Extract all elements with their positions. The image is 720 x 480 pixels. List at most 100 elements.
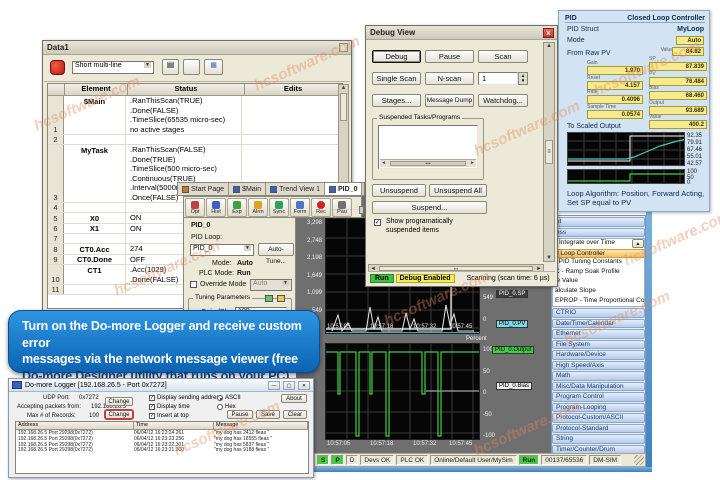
element-cell[interactable]: $Main — [64, 96, 126, 134]
edits-cell[interactable] — [242, 135, 342, 144]
element-cell[interactable] — [64, 203, 126, 212]
scrollbar-thumb[interactable] — [340, 93, 347, 121]
data1-titlebar[interactable]: Data1 — [43, 41, 351, 55]
pid-parameter-value[interactable]: 87.839 — [649, 62, 707, 71]
palette-category-bar[interactable]: ut — [552, 217, 645, 227]
logger-column-time[interactable]: Time — [134, 422, 214, 429]
pid-parameter-value[interactable]: 400.2 — [649, 120, 707, 129]
resize-grip[interactable] — [634, 455, 644, 465]
scroll-up-icon[interactable]: ▲ — [544, 43, 554, 49]
status-cell[interactable]: .RanThisScan(TRUE) .Done(FALSE) .TimeSlice… — [126, 96, 242, 134]
new-sheet-button[interactable]: ▤ — [162, 59, 179, 75]
clear-log-button[interactable]: Clear — [283, 410, 307, 419]
palette-category-ctrio[interactable]: CTRIO — [552, 308, 645, 318]
logger-checkbox-display-sending-address[interactable]: ✓ Display sending address — [149, 395, 222, 401]
save-log-button[interactable]: Save — [256, 410, 280, 419]
pid-top-value[interactable]: 84.82 — [672, 47, 704, 56]
unsuspend-all-button[interactable]: Unsuspend All — [429, 184, 487, 197]
pid-parameter-value[interactable]: 68.460 — [649, 91, 707, 100]
tab-pid-0[interactable]: PID_0 — [325, 183, 363, 195]
element-cell[interactable] — [64, 285, 126, 294]
n-scan-count-input[interactable]: 1 — [478, 72, 518, 85]
change-port-button[interactable]: Change — [105, 397, 133, 406]
scan-button[interactable]: Scan — [478, 50, 528, 63]
tab-start-page[interactable]: Start Page — [178, 183, 230, 195]
change-records-button[interactable]: Change — [105, 410, 133, 419]
loop-dropdown[interactable]: PID_0 ▼ — [190, 244, 254, 256]
tuning-load-icon[interactable] — [277, 295, 285, 302]
palette-category-file-system[interactable]: File System — [552, 339, 645, 350]
palette-scroll-up-button[interactable]: ▲ — [632, 239, 644, 248]
palette-instruction-item[interactable]: - Integrate over Time — [553, 239, 644, 249]
pen-badge-pv[interactable]: PID_0.PV — [496, 320, 529, 328]
pen-badge-output[interactable]: PID_0.Output — [492, 346, 535, 354]
logger-checkbox-insert-at-top[interactable]: ✓ Insert at top — [149, 413, 189, 419]
trend-speed-slider[interactable]: ·········─ — [332, 206, 369, 214]
element-cell[interactable] — [64, 234, 126, 243]
element-cell[interactable] — [64, 135, 126, 144]
element-cell[interactable]: CT0.Acc — [64, 244, 126, 254]
column-header-element[interactable]: Element — [65, 84, 128, 95]
message-dump-button[interactable]: Message Dump — [425, 94, 474, 107]
show-suspended-checkbox[interactable]: ✓ — [374, 219, 381, 226]
element-cell[interactable]: CT1 — [64, 265, 126, 284]
slider-handle-icon[interactable] — [358, 206, 364, 214]
hist-button[interactable]: Hist — [206, 198, 226, 217]
pid-parameter-value[interactable]: 0.4096 — [587, 95, 643, 104]
palette-instruction-item[interactable]: alculate Slope — [553, 287, 644, 297]
palette-category-string[interactable]: String — [552, 434, 645, 444]
watchdog-button[interactable]: Watchdog... — [478, 94, 528, 107]
pid-parameter-value[interactable]: 1.970 — [587, 66, 643, 75]
palette-instruction-item[interactable]: EPROP - Time Proportional Control — [553, 297, 644, 307]
scroll-down-icon[interactable]: ▼ — [544, 255, 554, 261]
form-button[interactable]: Form — [290, 198, 310, 217]
radio-ascii[interactable]: ASCII — [217, 395, 241, 401]
override-mode-checkbox[interactable] — [190, 281, 197, 288]
tuning-save-icon[interactable] — [265, 295, 273, 302]
palette-category-date-time-calendar[interactable]: Date/Time/Calendar — [552, 318, 645, 329]
element-cell[interactable]: CT0.Done — [64, 254, 126, 264]
scroll-left-icon[interactable]: ◄ — [381, 160, 386, 167]
scroll-right-icon[interactable]: ► — [470, 160, 475, 167]
format-grid-button[interactable]: ▦ — [204, 59, 223, 75]
palette-category-protocol-standard[interactable]: Protocol-Standard — [552, 423, 645, 434]
logger-column-message[interactable]: Message — [214, 422, 308, 429]
palette-category-misc-data-manipulation[interactable]: Misc/Data Manipulation — [552, 381, 645, 392]
tab--main[interactable]: $Main — [229, 183, 267, 195]
n-scan-button[interactable]: N-scan — [425, 72, 474, 85]
listbox-horizontal-scrollbar[interactable]: ◄ ▪▪▪ ► — [380, 159, 476, 167]
palette-category-high-speed-axis[interactable]: High Speed/Axis — [552, 360, 645, 371]
logger-row[interactable]: 192.168.26.5 Port 29298(0x7272) 06/04/12 … — [16, 447, 308, 453]
auto-tune-button[interactable]: Auto-Tune... — [258, 243, 294, 265]
status-cell[interactable] — [126, 135, 242, 144]
scrollbar-thumb[interactable]: ≡ — [545, 140, 553, 164]
status-mode-icon[interactable] — [50, 60, 65, 75]
pen-badge-bias[interactable]: PID_0.Bias — [496, 382, 533, 390]
palette-category-hardware-device[interactable]: Hardware/Device — [552, 350, 645, 360]
unsuspend-button[interactable]: Unsuspend — [372, 184, 426, 197]
logger-checkbox-display-time[interactable]: ✓ Display time — [149, 404, 190, 410]
palette-category-math[interactable]: Math — [552, 371, 645, 381]
palette-instruction-item[interactable]: le Value — [553, 277, 644, 287]
suspended-tasks-listbox[interactable]: ◄ ▪▪▪ ► — [378, 125, 478, 169]
pen-badge-sp[interactable]: PID_0.SP — [496, 290, 529, 298]
rec-button[interactable]: Rec — [311, 198, 331, 217]
exp-button[interactable]: Exp — [227, 198, 247, 217]
pause-log-button[interactable]: Pause — [227, 410, 253, 419]
logger-titlebar[interactable]: Do-more Logger [192.168.26.5 - Port 0x72… — [9, 379, 313, 392]
minimize-icon[interactable]: — — [268, 380, 280, 390]
scrollbar-thumb[interactable]: ▪▪▪ — [389, 161, 467, 167]
about-button[interactable]: About — [281, 394, 307, 403]
palette-category-protocol-custom-ascii[interactable]: Protocol-Custom/ASCII — [552, 413, 645, 423]
palette-category-program-looping[interactable]: Program-Looping — [552, 402, 645, 413]
edits-cell[interactable] — [242, 96, 342, 134]
override-mode-dropdown[interactable]: Auto ▼ — [250, 279, 292, 291]
scroll-up-icon[interactable]: ▲ — [339, 85, 348, 91]
debug-titlebar[interactable]: Debug View x — [366, 26, 557, 40]
debug-vertical-scrollbar[interactable]: ▲ ≡ ▼ — [543, 42, 555, 262]
single-scan-button[interactable]: Single Scan — [372, 72, 421, 85]
tab-trend-view-1[interactable]: Trend View 1 — [266, 183, 326, 195]
alrm-button[interactable]: Alrm — [248, 198, 268, 217]
pid-mode-value[interactable]: Auto — [676, 36, 704, 45]
stages-button[interactable]: Stages... — [372, 94, 421, 107]
